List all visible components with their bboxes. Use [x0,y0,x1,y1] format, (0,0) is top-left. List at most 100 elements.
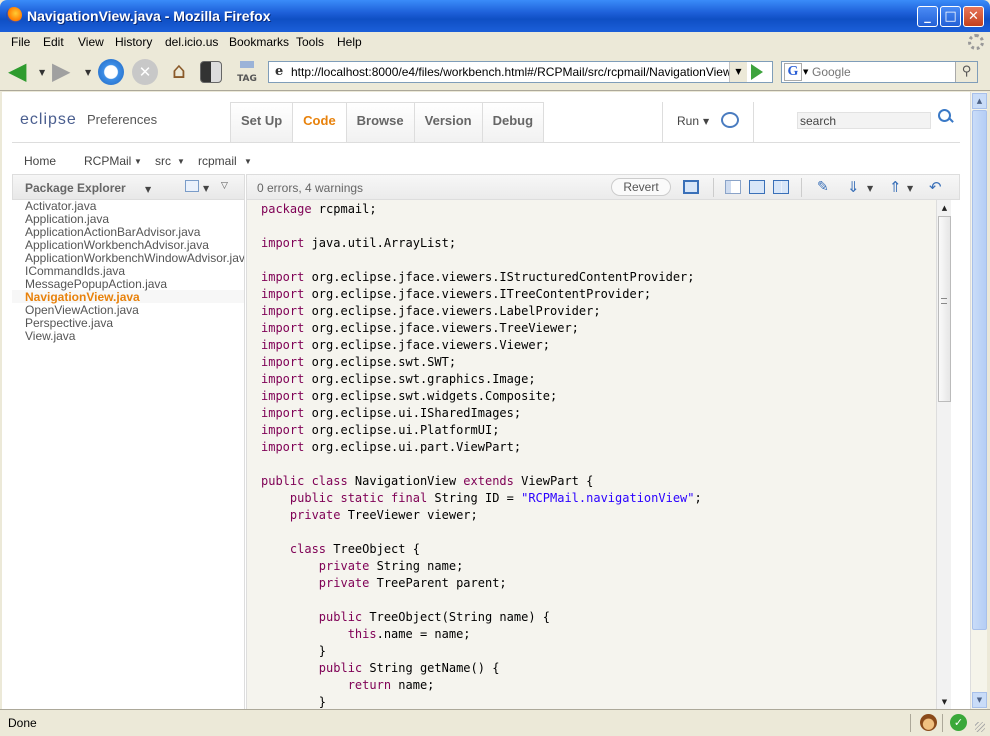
people-icon[interactable] [721,112,739,128]
eclipse-logo[interactable]: eclipse [20,111,77,129]
view-menu-icon[interactable]: ▽ [221,181,228,191]
menu-delicious[interactable]: del.icio.us [165,35,218,49]
run-dropdown-icon: ▼ [703,117,710,126]
layout-single-icon[interactable] [749,180,765,194]
editor-scrollbar[interactable]: ▲ ▼ [936,200,951,709]
throbber-icon [968,34,984,50]
layout-outline-icon[interactable] [725,180,741,194]
site-search-box[interactable] [797,112,931,129]
save-icon[interactable] [683,180,699,194]
sidebar-toggle-icon[interactable] [200,61,222,83]
status-divider [942,714,943,732]
site-search-input[interactable] [798,113,930,128]
scroll-down-icon[interactable]: ▼ [972,692,987,708]
chevron-down-icon[interactable]: ▼ [145,185,151,194]
forward-dropdown-icon[interactable]: ▼ [85,68,91,77]
perspective-tabs: Set Up Code Browse Version Debug [230,102,545,143]
chevron-down-icon[interactable]: ▼ [907,184,913,193]
tab-debug[interactable]: Debug [482,103,544,143]
status-bar: Done ✓ [0,709,990,736]
menu-file[interactable]: File [11,35,30,49]
close-button[interactable]: ✕ [963,6,984,27]
new-file-icon[interactable] [185,180,199,192]
run-menu[interactable]: Run ▼ [662,102,754,142]
status-text: Done [8,716,37,730]
package-explorer-title[interactable]: Package Explorer [25,181,126,195]
tab-set-up[interactable]: Set Up [231,103,294,143]
menu-edit[interactable]: Edit [43,35,64,49]
check-icon[interactable]: ✓ [950,714,967,731]
greasemonkey-icon[interactable] [920,714,937,731]
breadcrumb-rcpmail[interactable]: RCPMail [84,154,131,168]
tab-code[interactable]: Code [293,103,347,143]
breadcrumb-rcpmail-package[interactable]: rcpmail [198,154,237,168]
status-divider [910,714,911,732]
package-explorer-header: Package Explorer ▼ ▼ ▽ [12,174,245,200]
revert-button[interactable]: Revert [611,178,671,196]
toolbar-divider [801,178,802,197]
tag-icon[interactable]: TAG [234,59,260,85]
chevron-down-icon[interactable]: ▼ [203,184,209,193]
stop-icon[interactable]: ✕ [132,59,158,85]
scroll-thumb[interactable] [938,216,951,402]
search-go-icon[interactable]: ⚲ [955,62,977,82]
chevron-down-icon[interactable]: ▼ [244,157,252,166]
download-icon[interactable]: ⇓ [847,180,863,195]
back-arrow-icon[interactable]: ◀ [8,59,34,85]
tab-browse[interactable]: Browse [346,103,415,143]
run-label: Run [677,114,700,128]
chevron-down-icon[interactable]: ▼ [177,157,185,166]
engine-dropdown-icon[interactable]: ▼ [803,68,808,76]
list-item[interactable]: View.java [25,330,75,343]
code-editor[interactable]: package rcpmail; import java.util.ArrayL… [246,200,936,709]
menu-tools[interactable]: Tools [296,35,324,49]
problems-status: 0 errors, 4 warnings [257,181,364,195]
preferences-link[interactable]: Preferences [87,112,157,127]
google-engine-icon[interactable]: G [784,63,802,81]
url-history-dropdown-icon[interactable]: ▼ [729,62,747,82]
tab-version[interactable]: Version [414,103,483,143]
layout-split-icon[interactable] [773,180,789,194]
menu-help[interactable]: Help [337,35,362,49]
home-icon[interactable]: ⌂ [166,59,192,85]
header-divider [12,142,960,143]
url-input[interactable] [291,63,731,81]
minimize-button[interactable]: _ [917,6,938,27]
scroll-down-icon[interactable]: ▼ [938,695,951,709]
scroll-up-icon[interactable]: ▲ [938,201,951,215]
code-text[interactable]: package rcpmail; import java.util.ArrayL… [261,201,702,709]
menu-history[interactable]: History [115,35,152,49]
chevron-down-icon[interactable]: ▼ [867,184,873,193]
menubar: File Edit View History del.icio.us Bookm… [0,32,990,53]
toolbar-divider [713,178,714,197]
firefox-icon [6,7,22,23]
menu-bookmarks[interactable]: Bookmarks [229,35,289,49]
browser-search-bar[interactable]: G ▼ ⚲ [781,61,978,83]
back-dropdown-icon[interactable]: ▼ [39,68,45,77]
web-page: eclipse Preferences Set Up Code Browse V… [2,92,970,709]
editor-toolbar: 0 errors, 4 warnings Revert ✎ ⇓ ▼ ⇑ ▼ ↶ [246,174,960,200]
scroll-grip-icon [941,298,947,304]
window-titlebar: NavigationView.java - Mozilla Firefox _ … [0,0,990,32]
chevron-down-icon[interactable]: ▼ [134,157,142,166]
scroll-up-icon[interactable]: ▲ [972,93,987,109]
undo-icon[interactable]: ↶ [929,180,945,195]
format-brush-icon[interactable]: ✎ [817,180,833,194]
search-icon[interactable] [937,108,955,126]
browser-search-input[interactable] [812,63,952,81]
reload-icon[interactable] [98,59,124,85]
go-arrow-icon[interactable] [751,64,763,80]
url-bar[interactable]: e ▼ [268,61,773,83]
upload-icon[interactable]: ⇑ [889,180,905,195]
page-scrollbar[interactable]: ▲ ▼ [970,92,987,709]
scroll-thumb[interactable] [972,110,987,630]
breadcrumb-home[interactable]: Home [24,154,56,168]
breadcrumb-src[interactable]: src [155,154,171,168]
package-explorer-list: Activator.java Application.java Applicat… [12,200,245,709]
site-favicon-icon: e [275,64,284,79]
maximize-button[interactable]: □ [940,6,961,27]
resize-grip-icon[interactable] [975,722,985,732]
menu-view[interactable]: View [78,35,104,49]
window-title: NavigationView.java - Mozilla Firefox [27,8,271,24]
forward-arrow-icon[interactable]: ▶ [52,59,78,85]
